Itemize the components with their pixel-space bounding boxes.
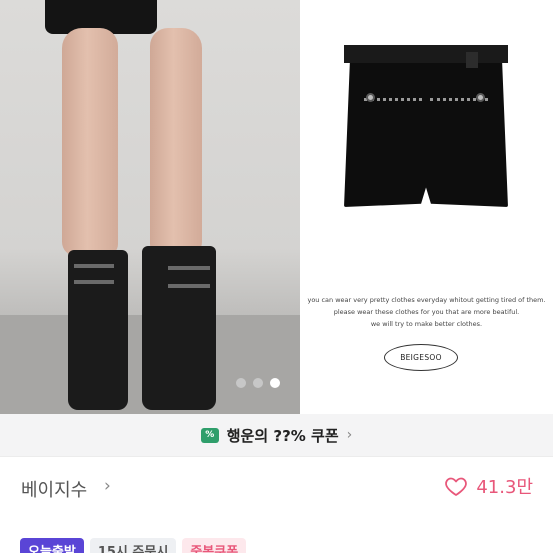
lucky-coupon-banner[interactable]: % 행운의 ??% 쿠폰 › <box>0 414 553 456</box>
gallery-pagination[interactable] <box>236 378 280 388</box>
coupon-text: 행운의 ??% 쿠폰 <box>226 426 339 445</box>
model-right-leg <box>150 28 202 256</box>
pagination-dot[interactable] <box>253 378 263 388</box>
badge-order-cutoff: 15시 주문시 <box>89 538 177 553</box>
chevron-right-icon: › <box>346 427 353 443</box>
delivery-badges: 오늘출발 15시 주문시 중복쿠폰 <box>20 538 247 553</box>
product-image-gallery[interactable]: you can wear very pretty clothes everyda… <box>0 0 553 414</box>
shop-row: 베이지수 › 41.3만 <box>0 457 553 519</box>
brand-logo: BEIGESOO <box>384 344 458 371</box>
boot-strap <box>74 280 114 284</box>
right-boot <box>142 246 216 410</box>
percent-coupon-icon: % <box>200 427 219 443</box>
caption-line: you can wear very pretty clothes everyda… <box>307 296 546 304</box>
product-caption: you can wear very pretty clothes everyda… <box>300 294 553 330</box>
boot-strap <box>74 264 114 268</box>
boot-strap <box>168 284 210 288</box>
left-boot <box>68 250 128 410</box>
badge-today-shipping: 오늘출발 <box>20 538 84 553</box>
like-count: 41.3만 <box>476 477 533 498</box>
badge-duplicate-coupon: 중복쿠폰 <box>182 538 247 553</box>
rivet-left <box>366 93 375 102</box>
shorts-label-patch <box>466 52 478 68</box>
brand-logo-text: BEIGESOO <box>400 353 442 362</box>
heart-outline-icon <box>445 477 468 496</box>
chevron-right-icon[interactable]: › <box>104 476 111 496</box>
shorts-waistband <box>344 45 508 63</box>
rivet-right <box>476 93 485 102</box>
shop-name-link[interactable]: 베이지수 <box>21 476 87 502</box>
caption-line: we will try to make better clothes. <box>370 320 483 328</box>
pagination-dot[interactable] <box>236 378 246 388</box>
model-photo <box>0 0 300 414</box>
model-left-leg <box>62 28 118 256</box>
like-button[interactable]: 41.3만 <box>444 473 533 499</box>
shorts-product-image <box>344 45 508 207</box>
boot-strap <box>168 266 210 270</box>
caption-line: please wear these clothes for you that a… <box>333 308 520 316</box>
pagination-dot-active[interactable] <box>270 378 280 388</box>
